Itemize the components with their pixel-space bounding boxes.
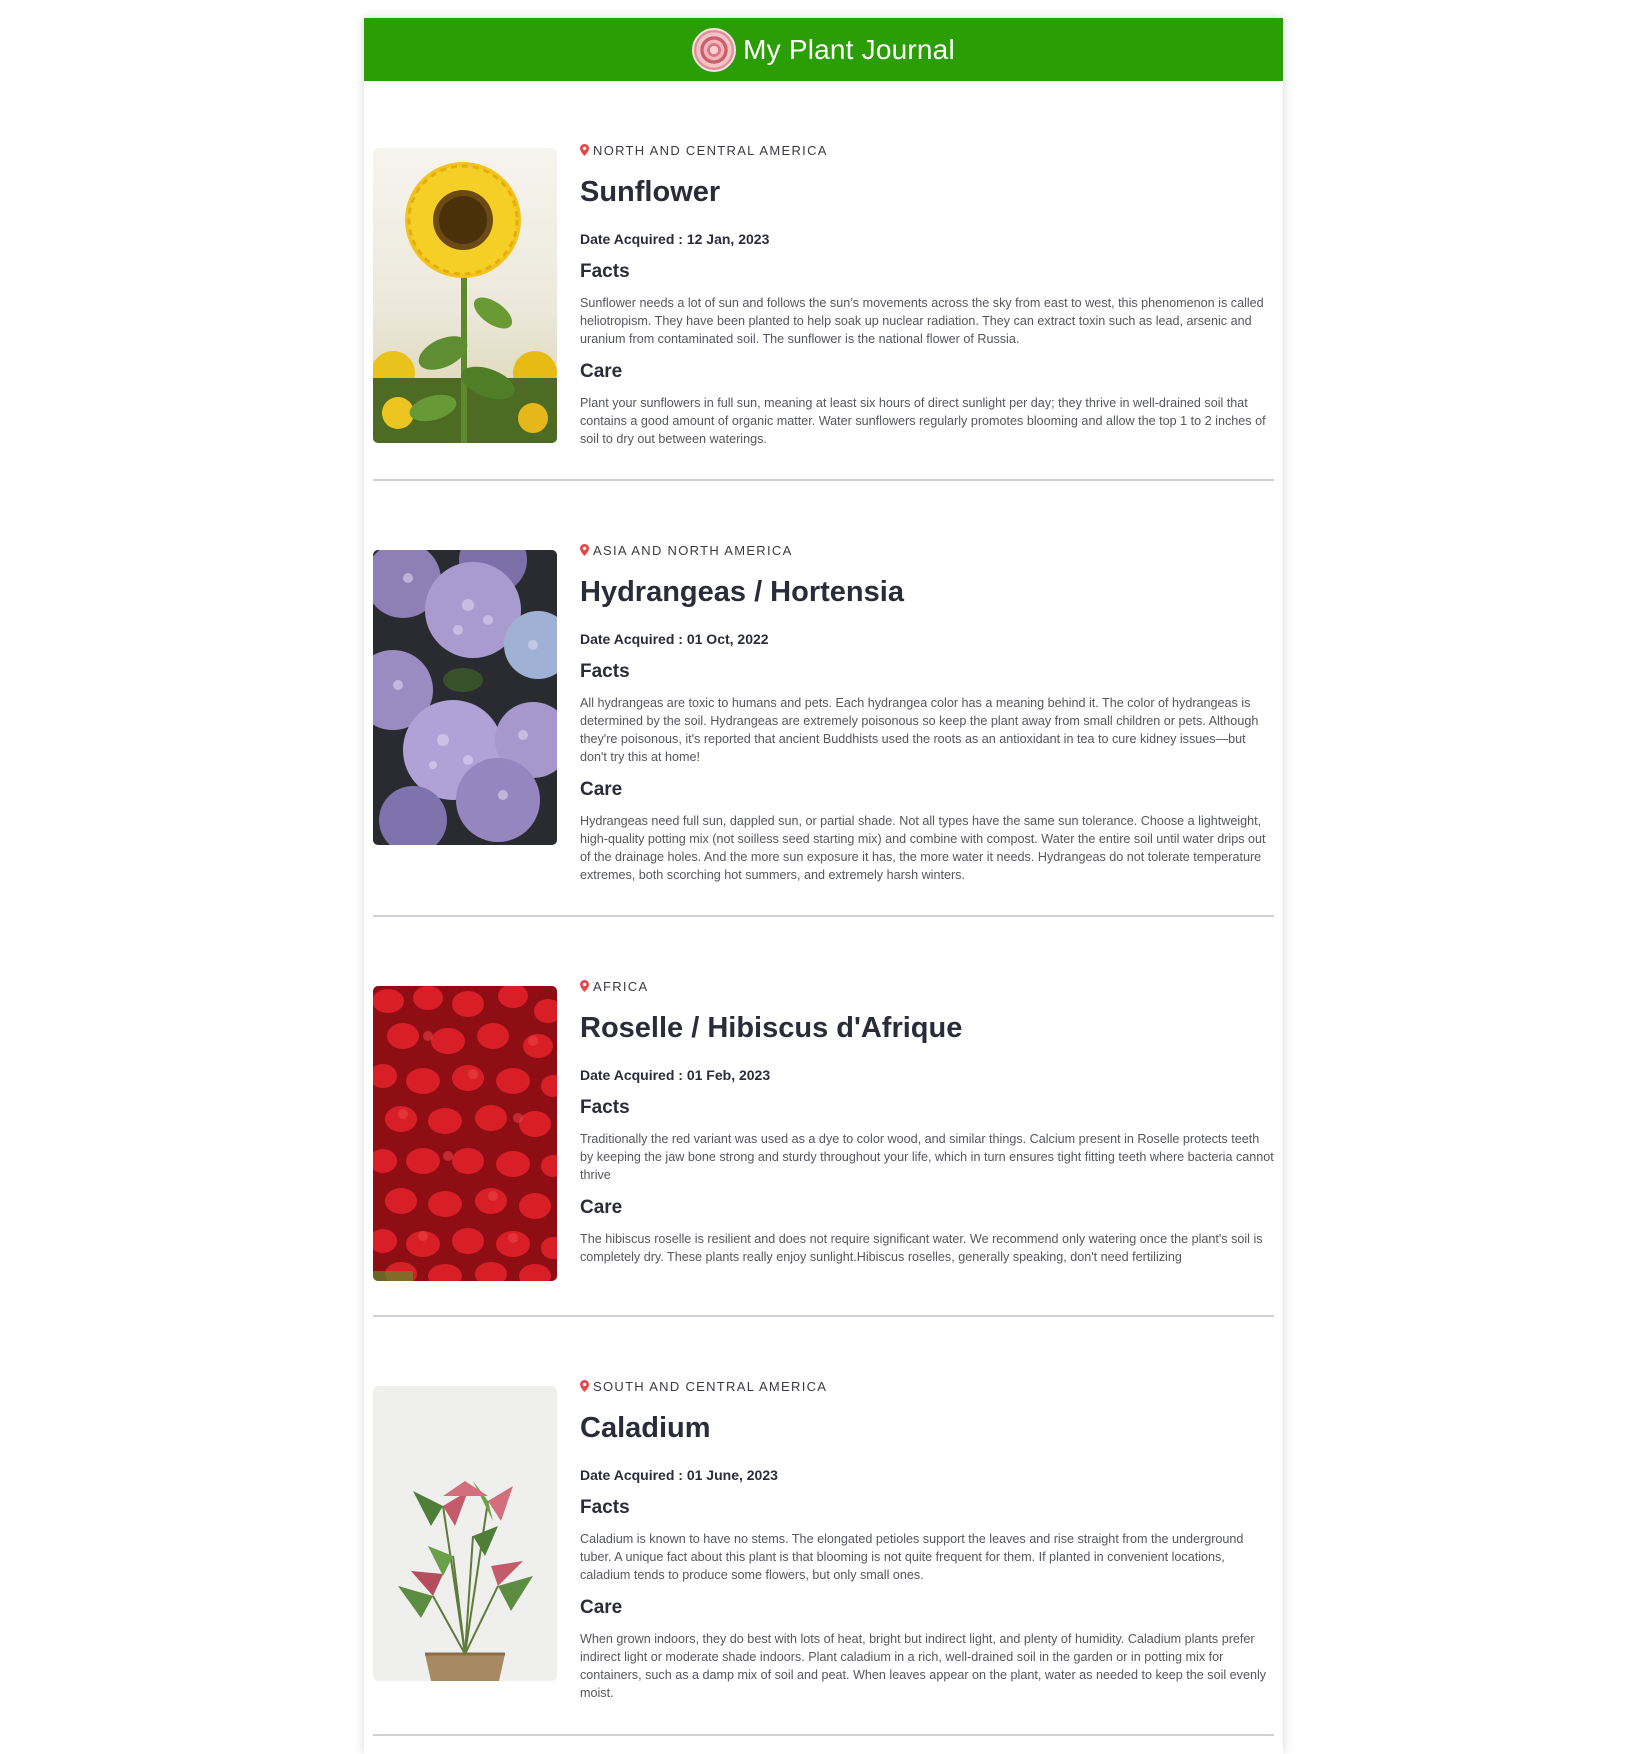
hydrangea-photo: [373, 550, 557, 845]
plant-details: NORTH AND CENTRAL AMERICA Sunflower Date…: [580, 142, 1274, 448]
facts-heading: Facts: [580, 661, 630, 682]
date-value: 12 Jan, 2023: [686, 231, 770, 247]
location-pin-icon: [580, 544, 589, 556]
care-heading: Care: [580, 1197, 623, 1218]
app-title: My Plant Journal: [743, 33, 955, 65]
facts-heading: Facts: [580, 261, 630, 282]
entry-divider: [373, 1315, 1274, 1317]
care-text: When grown indoors, they do best with lo…: [580, 1632, 1267, 1700]
date-label: Date Acquired :: [580, 1467, 683, 1483]
date-label: Date Acquired :: [580, 631, 683, 647]
entry-divider: [373, 915, 1274, 917]
region-text: NORTH AND CENTRAL AMERICA: [593, 142, 828, 158]
date-acquired: Date Acquired : 01 Oct, 2022: [580, 630, 1274, 648]
facts-heading: Facts: [580, 1497, 630, 1518]
plant-name: Hydrangeas / Hortensia: [580, 576, 904, 608]
date-value: 01 Feb, 2023: [686, 1067, 771, 1083]
date-acquired: Date Acquired : 12 Jan, 2023: [580, 230, 1274, 248]
region-text: AFRICA: [593, 978, 649, 994]
care-text: Plant your sunflowers in full sun, meani…: [580, 396, 1266, 446]
region-label: AFRICA: [580, 978, 1274, 994]
care-text: The hibiscus roselle is resilient and do…: [580, 1232, 1263, 1264]
entry-divider: [373, 1734, 1274, 1736]
plant-name: Sunflower: [580, 176, 721, 208]
plant-details: AFRICA Roselle / Hibiscus d'Afrique Date…: [580, 978, 1274, 1266]
date-acquired: Date Acquired : 01 June, 2023: [580, 1466, 1274, 1484]
care-heading: Care: [580, 361, 623, 382]
roselle-photo: [373, 986, 557, 1281]
care-heading: Care: [580, 779, 623, 800]
facts-text: All hydrangeas are toxic to humans and p…: [580, 696, 1259, 764]
plant-details: SOUTH AND CENTRAL AMERICA Caladium Date …: [580, 1378, 1274, 1702]
region-text: SOUTH AND CENTRAL AMERICA: [593, 1378, 828, 1394]
facts-text: Caladium is known to have no stems. The …: [580, 1532, 1244, 1582]
facts-heading: Facts: [580, 1097, 630, 1118]
app-header: My Plant Journal: [364, 18, 1283, 81]
region-label: SOUTH AND CENTRAL AMERICA: [580, 1378, 1274, 1394]
location-pin-icon: [580, 144, 589, 156]
location-pin-icon: [580, 980, 589, 992]
date-value: 01 June, 2023: [686, 1467, 778, 1483]
location-pin-icon: [580, 1380, 589, 1392]
region-label: ASIA AND NORTH AMERICA: [580, 542, 1274, 558]
date-label: Date Acquired :: [580, 231, 683, 247]
date-label: Date Acquired :: [580, 1067, 683, 1083]
entry-divider: [373, 479, 1274, 481]
sunflower-photo: [373, 148, 557, 443]
care-text: Hydrangeas need full sun, dappled sun, o…: [580, 814, 1266, 882]
region-label: NORTH AND CENTRAL AMERICA: [580, 142, 1274, 158]
caladium-photo: [373, 1386, 557, 1681]
rose-icon: [692, 27, 737, 72]
facts-text: Sunflower needs a lot of sun and follows…: [580, 296, 1264, 346]
date-value: 01 Oct, 2022: [686, 631, 769, 647]
plant-name: Caladium: [580, 1412, 711, 1444]
journal-page: My Plant Journal NORTH AND CENTRAL AMERI…: [364, 18, 1283, 1754]
plant-name: Roselle / Hibiscus d'Afrique: [580, 1012, 963, 1044]
care-heading: Care: [580, 1597, 623, 1618]
region-text: ASIA AND NORTH AMERICA: [593, 542, 793, 558]
facts-text: Traditionally the red variant was used a…: [580, 1132, 1274, 1182]
date-acquired: Date Acquired : 01 Feb, 2023: [580, 1066, 1274, 1084]
plant-details: ASIA AND NORTH AMERICA Hydrangeas / Hort…: [580, 542, 1274, 884]
